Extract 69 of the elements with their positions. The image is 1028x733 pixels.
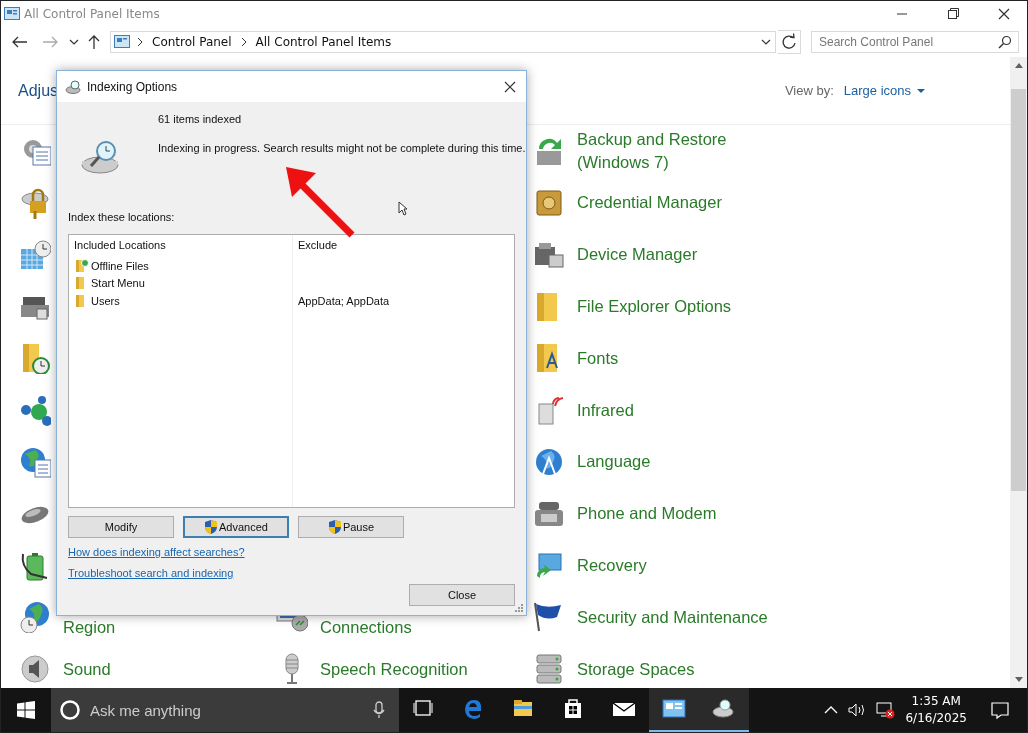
dialog-button[interactable]: Modify <box>68 516 174 538</box>
control-panel-link[interactable]: Speech Recognition <box>320 657 468 681</box>
control-panel-icon <box>4 7 20 21</box>
indexing-icon <box>65 78 83 95</box>
control-panel-link[interactable]: Storage Spaces <box>577 657 695 681</box>
cortana-icon <box>59 699 81 721</box>
scroll-thumb[interactable] <box>1011 89 1026 491</box>
control-panel-icon <box>662 697 686 721</box>
padlock-icon[interactable] <box>19 186 51 219</box>
control-panel-link[interactable]: Device Manager <box>577 243 698 267</box>
view-by-dropdown[interactable]: Large icons <box>843 83 926 98</box>
exclusion: AppData; AppData <box>298 294 390 307</box>
control-panel-link[interactable]: Fonts <box>577 346 619 370</box>
taskbar-app[interactable] <box>649 688 699 732</box>
help-link[interactable]: Troubleshoot search and indexing <box>68 566 234 580</box>
control-panel-icon <box>114 35 130 49</box>
control-panel-link[interactable]: Backup and Restore (Windows 7) <box>577 128 777 175</box>
dropdown-icon <box>916 86 926 95</box>
control-panel-link[interactable]: File Explorer Options <box>577 295 732 318</box>
view-by-label: View by: <box>784 83 834 98</box>
scroll-up-icon[interactable] <box>1014 63 1023 68</box>
help-link[interactable]: How does indexing affect searches? <box>68 545 245 559</box>
clock[interactable]: 1:35 AM 6/16/2025 <box>905 693 967 727</box>
start-icon[interactable] <box>17 701 35 719</box>
dialog-title: Indexing Options <box>87 79 178 94</box>
control-panel-link[interactable]: Phone and Modem <box>577 502 717 526</box>
search-field[interactable]: Search Control Panel <box>811 31 1019 53</box>
search-icon[interactable] <box>998 35 1012 49</box>
scroll-down-icon[interactable] <box>1014 677 1023 682</box>
page-heading: Adjus <box>18 81 59 100</box>
resize-grip-icon <box>514 603 524 613</box>
globe-clock-icon[interactable] <box>19 601 51 634</box>
control-panel-link[interactable]: Credential Manager <box>577 191 722 215</box>
location-name: Start Menu <box>91 277 145 290</box>
control-panel-link[interactable]: Recovery <box>577 554 647 577</box>
breadcrumb-item[interactable]: All Control Panel Items <box>253 35 394 49</box>
network-nodes-icon[interactable] <box>19 394 51 427</box>
control-panel-link[interactable]: Infrared <box>577 398 634 422</box>
control-panel-link[interactable]: Connections <box>320 615 412 639</box>
column-header[interactable]: Included Locations <box>74 239 287 257</box>
location-name: Offline Files <box>91 259 149 272</box>
globe-checklist-icon[interactable] <box>19 445 51 478</box>
taskbar-app[interactable] <box>699 688 749 732</box>
speaker-icon[interactable] <box>19 653 51 686</box>
dialog-button[interactable]: Advanced <box>183 516 289 538</box>
column-header[interactable]: Exclude <box>298 239 509 257</box>
indexed-count: 61 items indexed <box>158 113 243 127</box>
microphone-icon[interactable] <box>373 701 385 719</box>
close-button[interactable]: Close <box>409 584 515 606</box>
network-error-icon[interactable] <box>875 701 896 719</box>
storage-drives-icon[interactable] <box>533 653 565 686</box>
indexing-icon <box>712 697 736 721</box>
annotation-arrow <box>286 167 356 239</box>
synced-folder-icon <box>74 258 90 273</box>
control-panel-link[interactable]: Sound <box>63 657 111 681</box>
scrollbar[interactable] <box>1010 57 1027 688</box>
location-name: Users <box>91 294 120 307</box>
control-panel-link[interactable]: Region <box>63 615 116 639</box>
dialog-button[interactable]: Pause <box>298 516 404 538</box>
cursor-icon <box>398 201 408 216</box>
cortana-search-field[interactable]: Ask me anything <box>51 688 399 732</box>
locations-label: Index these locations: <box>68 211 176 225</box>
address-field[interactable]: Control Panel All Control Panel Items <box>110 31 777 53</box>
control-panel-link[interactable]: Security and Maintenance <box>577 605 768 629</box>
indexing-status: Indexing in progress. Search results might not be complete during this time. <box>158 142 526 154</box>
calendar-clock-icon[interactable] <box>19 238 51 271</box>
control-panel-link[interactable]: Language <box>577 450 651 474</box>
window-title: All Control Panel Items <box>24 7 160 21</box>
breadcrumb-item[interactable]: Control Panel <box>150 35 234 49</box>
